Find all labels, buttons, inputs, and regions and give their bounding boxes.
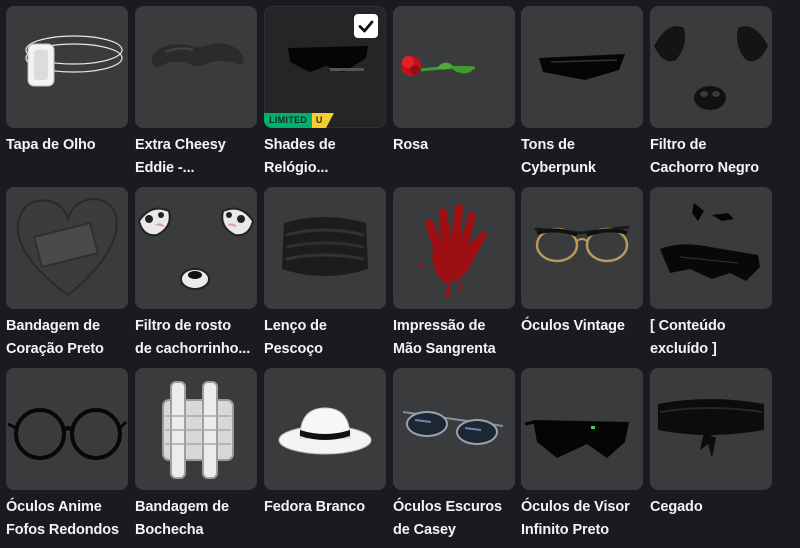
- item-thumbnail[interactable]: [6, 6, 128, 128]
- white-fedora-icon: [278, 407, 372, 455]
- item-card[interactable]: Impressão de Mão Sangrenta: [393, 187, 515, 363]
- item-thumbnail[interactable]: [521, 368, 643, 490]
- item-card[interactable]: Bandagem de Bochecha: [135, 368, 257, 544]
- item-name: Fedora Branco: [264, 499, 366, 515]
- item-name: Extra Cheesy Eddie -...: [135, 137, 226, 176]
- bloody-hand-icon: [419, 204, 487, 298]
- neck-scarf-icon: [282, 217, 368, 276]
- puppy-filter-icon: [137, 207, 255, 290]
- item-name: Óculos Anime Fofos Redondos: [6, 499, 119, 538]
- item-thumbnail[interactable]: [264, 187, 386, 309]
- item-name: Tons de Cyberpunk: [521, 137, 596, 176]
- item-thumbnail[interactable]: [393, 6, 515, 128]
- item-name: Lenço de Pescoço: [264, 318, 327, 357]
- item-card[interactable]: [ Conteúdo excluído ]: [650, 187, 772, 363]
- casey-sunglasses-icon: [402, 411, 504, 445]
- item-name: Shades de Relógio...: [264, 137, 336, 176]
- black-dog-filter-icon: [654, 26, 768, 110]
- item-name: Impressão de Mão Sangrenta: [393, 318, 496, 357]
- item-card[interactable]: LIMITED U Shades de Relógio...: [264, 6, 386, 182]
- mustache-icon: [151, 43, 244, 68]
- item-thumbnail[interactable]: LIMITED U: [264, 6, 386, 128]
- item-thumbnail[interactable]: [521, 6, 643, 128]
- badge-tail: [326, 113, 335, 128]
- item-card[interactable]: Extra Cheesy Eddie -...: [135, 6, 257, 182]
- checkmark-icon: [358, 20, 374, 33]
- item-card[interactable]: Óculos de Visor Infinito Preto: [521, 368, 643, 544]
- item-card[interactable]: Rosa: [393, 6, 515, 182]
- item-thumbnail[interactable]: [650, 6, 772, 128]
- item-card[interactable]: Filtro de Cachorro Negro: [650, 6, 772, 182]
- limited-unique-badge: LIMITED U: [264, 113, 335, 128]
- unique-label: U: [312, 113, 327, 128]
- item-card[interactable]: Bandagem de Coração Preto: [6, 187, 128, 363]
- item-name: Bandagem de Bochecha: [135, 499, 229, 538]
- cyberpunk-glasses-icon: [539, 54, 625, 80]
- item-thumbnail[interactable]: [6, 187, 128, 309]
- item-card[interactable]: Óculos Vintage: [521, 187, 643, 363]
- heart-bandage-icon: [16, 197, 118, 297]
- visor-glasses-icon: [524, 420, 629, 458]
- deleted-content-icon: [660, 203, 760, 281]
- blindfold-icon: [658, 399, 764, 458]
- limited-label: LIMITED: [264, 113, 313, 128]
- item-name: Bandagem de Coração Preto: [6, 318, 104, 357]
- item-name: Filtro de rosto de cachorrinho...: [135, 318, 251, 357]
- item-card[interactable]: Tons de Cyberpunk: [521, 6, 643, 182]
- item-card[interactable]: Filtro de rosto de cachorrinho...: [135, 187, 257, 363]
- item-name: Óculos Escuros de Casey: [393, 499, 502, 538]
- item-name: Óculos Vintage: [521, 318, 625, 334]
- vintage-glasses-icon: [534, 225, 630, 263]
- selected-checkbox[interactable]: [354, 14, 378, 38]
- item-name: Tapa de Olho: [6, 137, 96, 153]
- cheek-bandage-icon: [162, 381, 234, 479]
- item-card[interactable]: Lenço de Pescoço: [264, 187, 386, 363]
- item-thumbnail[interactable]: [264, 368, 386, 490]
- item-card[interactable]: Óculos Anime Fofos Redondos: [6, 368, 128, 544]
- item-thumbnail[interactable]: [393, 368, 515, 490]
- item-name: Óculos de Visor Infinito Preto: [521, 499, 630, 538]
- item-thumbnail[interactable]: [135, 187, 257, 309]
- item-name: Filtro de Cachorro Negro: [650, 137, 759, 176]
- item-thumbnail[interactable]: [521, 187, 643, 309]
- rose-icon: [401, 56, 476, 76]
- item-card[interactable]: Óculos Escuros de Casey: [393, 368, 515, 544]
- item-thumbnail[interactable]: [135, 6, 257, 128]
- item-thumbnail[interactable]: [135, 368, 257, 490]
- item-thumbnail[interactable]: [6, 368, 128, 490]
- item-thumbnail[interactable]: [393, 187, 515, 309]
- item-name: Rosa: [393, 137, 429, 153]
- eyepatch-icon: [25, 35, 123, 87]
- item-card[interactable]: Cegado: [650, 368, 772, 544]
- round-glasses-icon: [7, 408, 128, 460]
- item-thumbnail[interactable]: [650, 187, 772, 309]
- item-name: [ Conteúdo excluído ]: [650, 318, 726, 357]
- item-name: Cegado: [650, 499, 703, 515]
- accessory-grid: Tapa de Olho Extra Cheesy Eddie -... LIM…: [0, 0, 800, 548]
- item-card[interactable]: Fedora Branco: [264, 368, 386, 544]
- item-card[interactable]: Tapa de Olho: [6, 6, 128, 182]
- item-thumbnail[interactable]: [650, 368, 772, 490]
